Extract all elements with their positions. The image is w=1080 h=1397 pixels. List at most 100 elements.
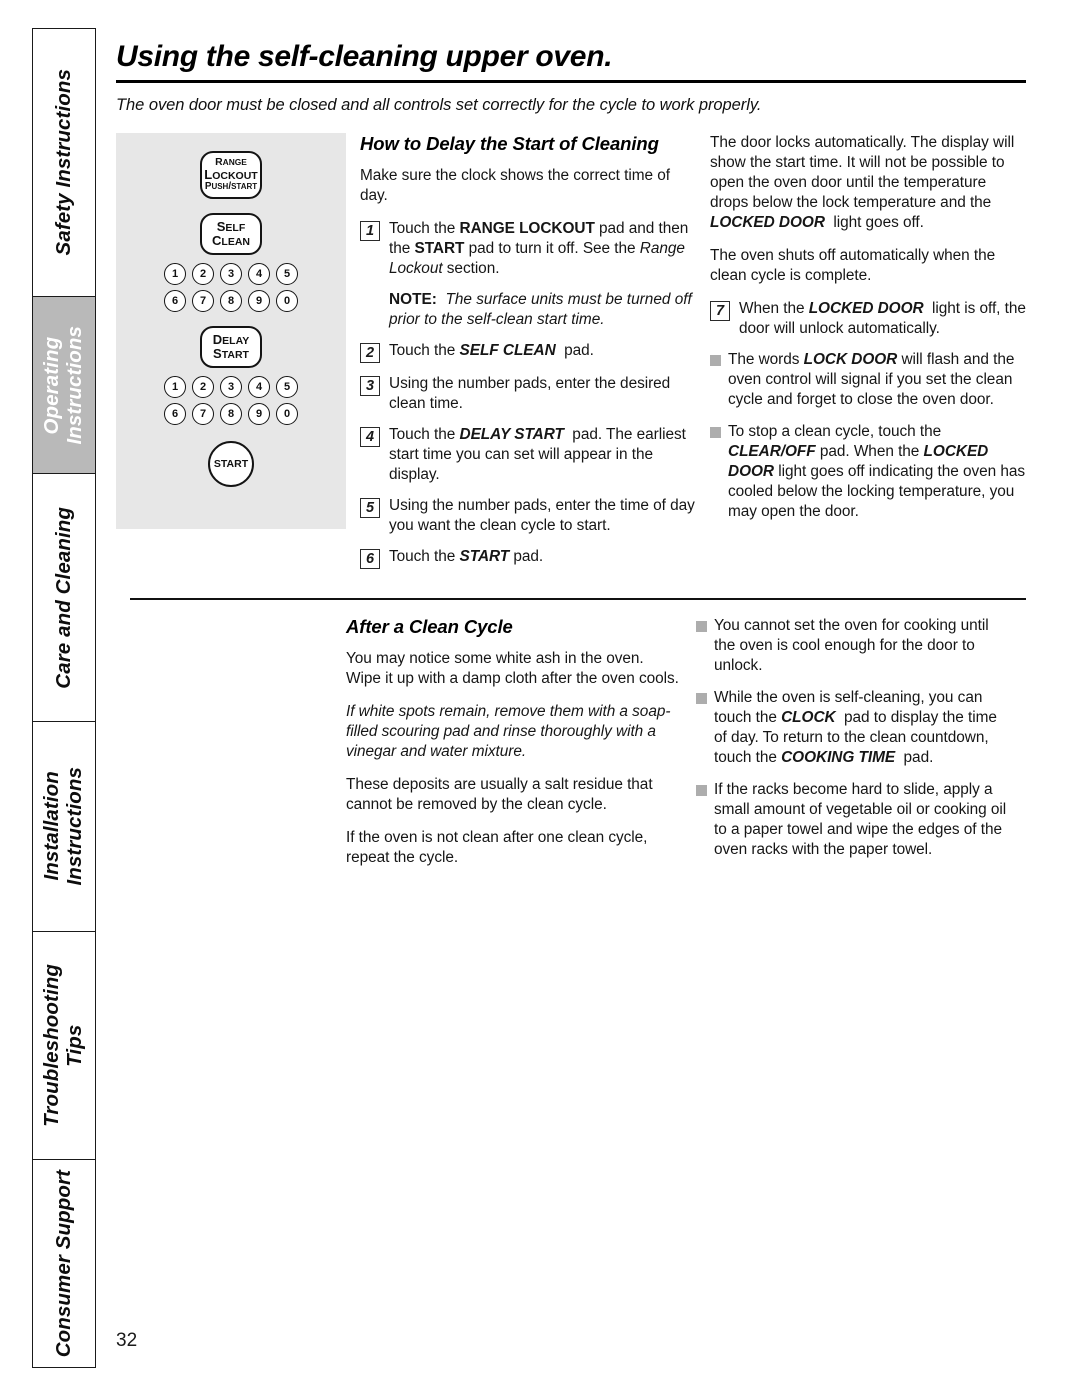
start-pad: START — [208, 441, 254, 487]
section-heading-after-clean: After a Clean Cycle — [346, 616, 513, 638]
title-divider — [116, 80, 1026, 83]
page-content: Using the self-cleaning upper oven. The … — [116, 40, 1026, 881]
number-key: 6 — [164, 403, 186, 425]
self-clean-line2: CLEAN — [212, 233, 250, 248]
control-panel-column: RANGE LOCKOUT PUSH/START SELF CLEAN 1 2 … — [116, 133, 346, 529]
self-clean-pad: SELF CLEAN — [200, 213, 262, 255]
number-key: 3 — [220, 263, 242, 285]
sidebar-item-label: Troubleshooting Tips — [40, 964, 86, 1127]
bullet-item: The words LOCK DOOR will flash and the o… — [710, 350, 1026, 410]
bullet-item: If the racks become hard to slide, apply… — [696, 780, 1012, 860]
step-text: Touch the RANGE LOCKOUT pad and then the… — [389, 220, 689, 278]
step-item: 2 Touch the SELF CLEAN pad. — [360, 341, 696, 364]
delay-start-pad: DELAY START — [200, 326, 262, 368]
step-number: 5 — [360, 498, 380, 519]
number-key: 9 — [248, 290, 270, 312]
step-text: Touch the START pad. — [389, 548, 544, 566]
number-key: 3 — [220, 376, 242, 398]
bullet-item: You cannot set the oven for cooking unti… — [696, 616, 1012, 676]
keypad-row-lower-2: 6 7 8 9 0 — [116, 403, 346, 425]
self-clean-line1: SELF — [216, 218, 246, 234]
number-key: 5 — [276, 376, 298, 398]
square-bullet-icon — [696, 693, 707, 705]
number-key: 0 — [276, 403, 298, 425]
after-clean-paragraph: These deposits are usually a salt residu… — [346, 776, 653, 814]
step-number: 4 — [360, 427, 380, 448]
sidebar-item-troubleshooting-tips[interactable]: Troubleshooting Tips — [32, 931, 96, 1159]
after-clean-right-column: You cannot set the oven for cooking unti… — [682, 616, 1012, 872]
number-key: 4 — [248, 263, 270, 285]
number-key: 7 — [192, 290, 214, 312]
number-key: 6 — [164, 290, 186, 312]
after-clean-paragraph: You may notice some white ash in the ove… — [346, 650, 679, 688]
keypad-row-upper-1: 1 2 3 4 5 — [116, 263, 346, 285]
sidebar-item-installation-instructions[interactable]: Installation Instructions — [32, 721, 96, 931]
step-item: 5 Using the number pads, enter the time … — [360, 496, 696, 536]
delay-start-line2: START — [213, 346, 249, 361]
range-lockout-pad: RANGE LOCKOUT PUSH/START — [200, 151, 262, 199]
keypad-row-upper-2: 6 7 8 9 0 — [116, 290, 346, 312]
number-key: 1 — [164, 263, 186, 285]
auto-shutoff-paragraph: The oven shuts off automatically when th… — [710, 247, 996, 285]
step-item: 4 Touch the DELAY START pad. The earlies… — [360, 425, 696, 485]
bullet-text: To stop a clean cycle, touch the CLEAR/O… — [728, 423, 1026, 521]
after-clean-region: After a Clean Cycle You may notice some … — [116, 616, 1026, 881]
delay-instructions-column: How to Delay the Start of Cleaning Make … — [346, 133, 696, 580]
square-bullet-icon — [696, 785, 707, 797]
step-text: Using the number pads, enter the time of… — [389, 497, 695, 535]
after-clean-paragraph: If white spots remain, remove them with … — [346, 703, 671, 761]
after-clean-left-column: After a Clean Cycle You may notice some … — [332, 616, 682, 881]
bullet-item: While the oven is self-cleaning, you can… — [696, 688, 1012, 768]
step-item: 6 Touch the START pad. — [360, 547, 696, 570]
step-number: 6 — [360, 549, 380, 570]
sidebar-tabs: Safety Instructions Operating Instructio… — [32, 28, 96, 1368]
number-key: 1 — [164, 376, 186, 398]
number-key: 2 — [192, 376, 214, 398]
number-key: 4 — [248, 376, 270, 398]
bullet-item: To stop a clean cycle, touch the CLEAR/O… — [710, 422, 1026, 522]
number-key: 7 — [192, 403, 214, 425]
number-key: 0 — [276, 290, 298, 312]
number-key: 2 — [192, 263, 214, 285]
page-title: Using the self-cleaning upper oven. — [116, 40, 613, 73]
bullet-text: If the racks become hard to slide, apply… — [714, 781, 1007, 859]
oven-control-panel-diagram: RANGE LOCKOUT PUSH/START SELF CLEAN 1 2 … — [116, 133, 346, 529]
step-text: Touch the SELF CLEAN pad. — [389, 342, 594, 360]
number-key: 9 — [248, 403, 270, 425]
square-bullet-icon — [696, 621, 707, 633]
sidebar-item-safety-instructions[interactable]: Safety Instructions — [32, 28, 96, 296]
step-text: Using the number pads, enter the desired… — [389, 375, 671, 413]
top-region: RANGE LOCKOUT PUSH/START SELF CLEAN 1 2 … — [116, 133, 1026, 580]
after-clean-paragraph: If the oven is not clean after one clean… — [346, 829, 648, 867]
sidebar-item-label: Safety Instructions — [51, 69, 75, 256]
step-text: When the LOCKED DOOR light is off, the d… — [739, 300, 1026, 338]
step-number: 2 — [360, 343, 380, 364]
number-key: 8 — [220, 403, 242, 425]
bullet-text: The words LOCK DOOR will flash and the o… — [728, 351, 1015, 409]
sidebar-item-label: Installation Instructions — [40, 767, 86, 886]
delay-notes-column: The door locks automatically. The displa… — [696, 133, 1026, 534]
sidebar-item-operating-instructions[interactable]: Operating Instructions — [32, 296, 96, 473]
page-number: 32 — [116, 1330, 138, 1351]
square-bullet-icon — [710, 427, 721, 439]
range-lockout-line2: LOCKOUT — [204, 167, 258, 183]
page-subtitle: The oven door must be closed and all con… — [116, 96, 762, 114]
step-item: 1 Touch the RANGE LOCKOUT pad and then t… — [360, 219, 696, 279]
number-key: 8 — [220, 290, 242, 312]
sidebar-item-label: Operating Instructions — [40, 325, 86, 445]
door-lock-paragraph: The door locks automatically. The displa… — [710, 134, 1015, 232]
sidebar-item-care-and-cleaning[interactable]: Care and Cleaning — [32, 473, 96, 721]
step-number: 7 — [710, 301, 730, 322]
sidebar-item-consumer-support[interactable]: Consumer Support — [32, 1159, 96, 1368]
delay-start-line1: DELAY — [212, 331, 250, 347]
section-heading-delay-start: How to Delay the Start of Cleaning — [360, 133, 659, 154]
section-divider — [130, 598, 1026, 601]
bullet-text: You cannot set the oven for cooking unti… — [714, 617, 989, 675]
step-number: 3 — [360, 376, 380, 397]
range-lockout-line1: RANGE — [215, 156, 247, 168]
sidebar-item-label: Consumer Support — [51, 1169, 75, 1358]
number-key: 5 — [276, 263, 298, 285]
bullet-text: While the oven is self-cleaning, you can… — [714, 689, 997, 767]
delay-intro-paragraph: Make sure the clock shows the correct ti… — [360, 167, 670, 205]
delay-note: NOTE: The surface units must be turned o… — [389, 291, 692, 329]
